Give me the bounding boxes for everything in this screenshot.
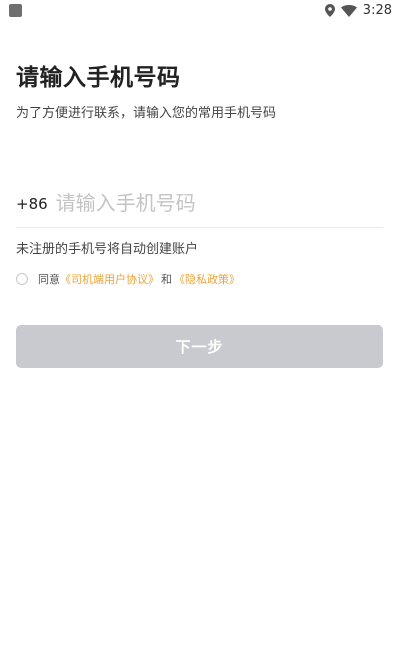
agreement-and: 和: [161, 273, 172, 286]
agreement-prefix: 同意: [38, 273, 60, 286]
page-subtitle: 为了方便进行联系，请输入您的常用手机号码: [16, 106, 277, 121]
agreement-row: 同意 《司机端用户协议》 和 《隐私政策》: [16, 271, 240, 287]
status-time: 3:28: [362, 3, 392, 18]
country-code[interactable]: +86: [16, 195, 48, 213]
app-notification-icon: [9, 4, 22, 17]
user-agreement-link[interactable]: 《司机端用户协议》: [60, 271, 159, 287]
location-icon: [324, 4, 335, 17]
agreement-checkbox[interactable]: [16, 273, 28, 285]
status-icons: 3:28: [324, 3, 392, 18]
next-step-button[interactable]: 下一步: [16, 325, 383, 368]
privacy-policy-link[interactable]: 《隐私政策》: [174, 271, 240, 287]
auto-register-hint: 未注册的手机号将自动创建账户: [16, 242, 199, 257]
phone-number-input[interactable]: [55, 191, 356, 215]
wifi-icon: [340, 4, 357, 17]
page-title: 请输入手机号码: [16, 65, 181, 91]
status-bar: 3:28: [0, 0, 400, 24]
phone-input-row: +86: [16, 190, 383, 228]
